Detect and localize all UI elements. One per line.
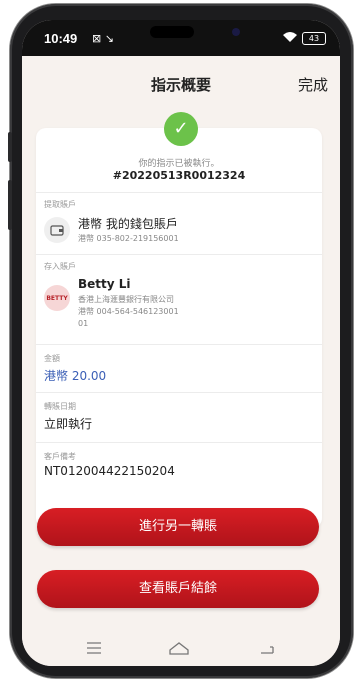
- from-account-label: 提取賬戶: [44, 200, 76, 209]
- home-icon[interactable]: [168, 638, 189, 658]
- another-transfer-button[interactable]: 進行另一轉賬: [37, 508, 319, 546]
- notch: [150, 26, 194, 38]
- done-button[interactable]: 完成: [298, 74, 328, 95]
- navigation-bar: [22, 630, 340, 666]
- to-account-name: Betty Li: [78, 277, 131, 291]
- customer-ref-value: NT012004422150204: [44, 464, 175, 478]
- screen: 10:49 ⊠ ↘ 43 指示概要 完成 ✓ 你的指示已被執行。 #202205…: [22, 20, 340, 666]
- to-account-section: 存入賬戶 BETTY Betty Li 香港上海滙豐銀行有限公司 港幣 004-…: [36, 254, 322, 345]
- executed-text: 你的指示已被執行。: [138, 159, 220, 169]
- header: 指示概要 完成: [22, 56, 340, 106]
- amount-section: 金額 港幣 20.00: [36, 344, 322, 393]
- customer-ref-section: 客戶備考 NT012004422150204: [36, 442, 322, 493]
- camera-icon: [232, 28, 240, 36]
- wifi-icon: [282, 31, 298, 46]
- battery-icon: 43: [302, 32, 326, 45]
- to-account-suffix: 01: [78, 319, 89, 328]
- page-title: 指示概要: [150, 76, 211, 94]
- notification-icons: ⊠ ↘: [92, 32, 114, 45]
- back-icon[interactable]: [258, 638, 278, 658]
- status-right: 43: [282, 31, 326, 46]
- to-account-number: 港幣 004-564-546123001: [78, 307, 179, 316]
- from-account-section: 提取賬戶 港幣 我的錢包賬戶 港幣 035-802-219156001: [36, 192, 322, 255]
- side-button: [8, 132, 12, 162]
- to-account-label: 存入賬戶: [44, 262, 76, 271]
- amount-label: 金額: [44, 354, 60, 363]
- date-value: 立即執行: [44, 417, 93, 431]
- to-account-bank: 香港上海滙豐銀行有限公司: [78, 295, 174, 304]
- from-account-number: 港幣 035-802-219156001: [78, 234, 179, 243]
- date-section: 轉賬日期 立即執行: [36, 392, 322, 443]
- customer-ref-label: 客戶備考: [44, 452, 76, 461]
- check-icon: ✓: [164, 112, 198, 146]
- amount-value: 港幣 20.00: [44, 369, 107, 383]
- reference-number: #20220513R0012324: [112, 169, 246, 182]
- status-time: 10:49: [44, 31, 78, 46]
- status-bar: 10:49 ⊠ ↘ 43: [22, 20, 340, 56]
- wallet-icon: [44, 217, 70, 243]
- menu-icon[interactable]: [84, 638, 104, 658]
- avatar: BETTY: [44, 285, 70, 311]
- from-account-name: 港幣 我的錢包賬戶: [78, 217, 178, 231]
- view-balance-button[interactable]: 查看賬戶結餘: [37, 570, 319, 608]
- side-button: [8, 180, 12, 230]
- date-label: 轉賬日期: [44, 402, 76, 411]
